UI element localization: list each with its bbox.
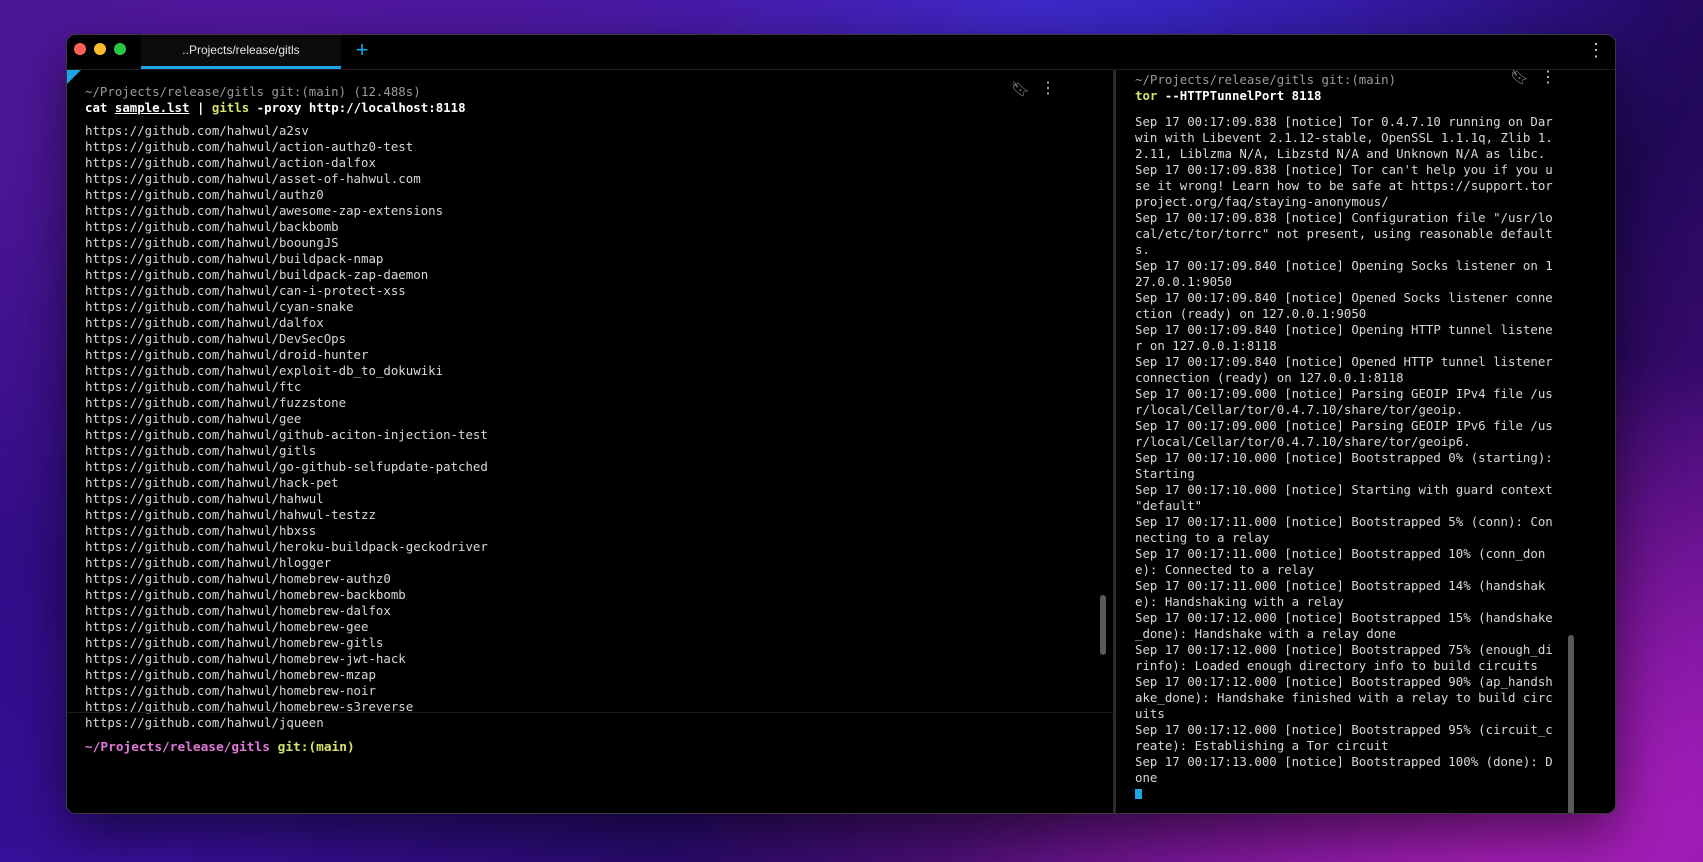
zoom-window-button[interactable]	[114, 43, 126, 55]
command-executable: gitls	[211, 100, 250, 115]
title-bar: ..Projects/release/gitls + ⋮	[67, 35, 1615, 70]
output-line: https://github.com/hahwul/asset-of-hahwu…	[85, 171, 421, 186]
log-line: Sep 17 00:17:10.000 [notice] Starting wi…	[1135, 482, 1561, 513]
output-line: https://github.com/hahwul/go-github-self…	[85, 459, 488, 474]
output-line: https://github.com/hahwul/hack-pet	[85, 475, 339, 490]
output-line: https://github.com/hahwul/heroku-buildpa…	[85, 539, 488, 554]
output-line: https://github.com/hahwul/gee	[85, 411, 302, 426]
left-scrollbar[interactable]	[1100, 595, 1106, 655]
bookmark-icon[interactable]: 🔖︎	[1011, 80, 1030, 98]
output-line: https://github.com/hahwul/homebrew-backb…	[85, 587, 406, 602]
output-line: https://github.com/hahwul/awesome-zap-ex…	[85, 203, 444, 218]
log-line: Sep 17 00:17:09.840 [notice] Opening HTT…	[1135, 322, 1553, 353]
log-line: Sep 17 00:17:11.000 [notice] Bootstrappe…	[1135, 514, 1553, 545]
command-args: --HTTPTunnelPort 8118	[1164, 88, 1322, 103]
output-line: https://github.com/hahwul/exploit-db_to_…	[85, 363, 444, 378]
log-line: Sep 17 00:17:11.000 [notice] Bootstrappe…	[1135, 546, 1546, 577]
block-menu-icon[interactable]: ⋮	[1040, 78, 1056, 97]
log-line: Sep 17 00:17:10.000 [notice] Bootstrappe…	[1135, 450, 1561, 481]
output-line: https://github.com/hahwul/hlogger	[85, 555, 332, 570]
command-line: cat sample.lst | gitls -proxy http://loc…	[85, 100, 466, 116]
output-line: https://github.com/hahwul/homebrew-dalfo…	[85, 603, 391, 618]
log-line: Sep 17 00:17:09.838 [notice] Configurati…	[1135, 210, 1553, 257]
output-line: https://github.com/hahwul/cyan-snake	[85, 299, 354, 314]
log-line: Sep 17 00:17:12.000 [notice] Bootstrappe…	[1135, 610, 1553, 641]
output-line: https://github.com/hahwul/fuzzstone	[85, 395, 347, 410]
active-pane-indicator	[67, 70, 81, 84]
output-line: https://github.com/hahwul/jqueen	[85, 715, 324, 730]
output-line: https://github.com/hahwul/booungJS	[85, 235, 339, 250]
bookmark-icon[interactable]: 🔖︎	[1510, 70, 1529, 86]
log-line: Sep 17 00:17:09.840 [notice] Opening Soc…	[1135, 258, 1553, 289]
log-line: Sep 17 00:17:12.000 [notice] Bootstrappe…	[1135, 674, 1553, 721]
log-line: Sep 17 00:17:09.000 [notice] Parsing GEO…	[1135, 418, 1553, 449]
output-line: https://github.com/hahwul/homebrew-authz…	[85, 571, 391, 586]
log-line: Sep 17 00:17:09.840 [notice] Opened HTTP…	[1135, 354, 1561, 385]
log-line: Sep 17 00:17:09.000 [notice] Parsing GEO…	[1135, 386, 1553, 417]
output-line: https://github.com/hahwul/a2sv	[85, 123, 309, 138]
command-file-link[interactable]: sample.lst	[115, 100, 190, 115]
output-line: https://github.com/hahwul/hahwul-testzz	[85, 507, 376, 522]
log-line: Sep 17 00:17:12.000 [notice] Bootstrappe…	[1135, 722, 1553, 753]
output-line: https://github.com/hahwul/droid-hunter	[85, 347, 369, 362]
output-line: https://github.com/hahwul/homebrew-noir	[85, 683, 376, 698]
tab-title: ..Projects/release/gitls	[182, 43, 300, 57]
output-line: https://github.com/hahwul/authz0	[85, 187, 324, 202]
tab-gitls[interactable]: ..Projects/release/gitls	[141, 35, 341, 69]
log-line: Sep 17 00:17:09.838 [notice] Tor can't h…	[1135, 162, 1553, 209]
output-line: https://github.com/hahwul/github-aciton-…	[85, 427, 488, 442]
terminal-cursor	[1135, 789, 1142, 799]
command-pipe: |	[196, 100, 205, 115]
output-line: https://github.com/hahwul/action-authz0-…	[85, 139, 414, 154]
output-line: https://github.com/hahwul/DevSecOps	[85, 331, 347, 346]
right-scrollbar[interactable]	[1568, 635, 1574, 813]
log-line: Sep 17 00:17:12.000 [notice] Bootstrappe…	[1135, 642, 1553, 673]
command-output: https://github.com/hahwul/a2sv https://gi…	[85, 123, 488, 731]
prompt-git-branch: git:(main)	[277, 740, 355, 755]
output-line: https://github.com/hahwul/homebrew-gee	[85, 619, 369, 634]
output-line: https://github.com/hahwul/dalfox	[85, 315, 324, 330]
command-cat: cat	[85, 100, 108, 115]
command-output: Sep 17 00:17:09.838 [notice] Tor 0.4.7.1…	[1135, 114, 1555, 802]
prompt-path: ~/Projects/release/gitls	[85, 740, 270, 755]
block-header: ~/Projects/release/gitls git:(main)	[1135, 72, 1397, 87]
output-line: https://github.com/hahwul/ftc	[85, 379, 302, 394]
right-pane[interactable]: ~/Projects/release/gitls git:(main) tor …	[1116, 70, 1615, 813]
log-line: Sep 17 00:17:09.838 [notice] Tor 0.4.7.1…	[1135, 114, 1553, 161]
output-line: https://github.com/hahwul/homebrew-mzap	[85, 667, 376, 682]
window-menu-icon[interactable]: ⋮	[1587, 39, 1605, 63]
new-tab-button[interactable]: +	[350, 37, 374, 65]
log-line: Sep 17 00:17:09.840 [notice] Opened Sock…	[1135, 290, 1553, 321]
input-prompt[interactable]: ~/Projects/release/gitls git:(main)	[85, 740, 355, 755]
block-menu-icon[interactable]: ⋮	[1540, 70, 1556, 86]
output-line: https://github.com/hahwul/homebrew-jwt-h…	[85, 651, 406, 666]
output-line: https://github.com/hahwul/hbxss	[85, 523, 317, 538]
command-args: -proxy http://localhost:8118	[256, 100, 466, 115]
output-line: https://github.com/hahwul/gitls	[85, 443, 317, 458]
minimize-window-button[interactable]	[94, 43, 106, 55]
block-header: ~/Projects/release/gitls git:(main) (12.…	[85, 84, 421, 99]
output-line: https://github.com/hahwul/buildpack-zap-…	[85, 267, 429, 282]
log-line: Sep 17 00:17:11.000 [notice] Bootstrappe…	[1135, 578, 1546, 609]
terminal-window: ..Projects/release/gitls + ⋮ ~/Projects/…	[66, 34, 1616, 814]
output-line: https://github.com/hahwul/can-i-protect-…	[85, 283, 406, 298]
command-line: tor --HTTPTunnelPort 8118	[1135, 88, 1322, 104]
output-line: https://github.com/hahwul/homebrew-gitls	[85, 635, 384, 650]
output-line: https://github.com/hahwul/action-dalfox	[85, 155, 376, 170]
output-line: https://github.com/hahwul/hahwul	[85, 491, 324, 506]
output-line: https://github.com/hahwul/buildpack-nmap	[85, 251, 384, 266]
log-line: Sep 17 00:17:13.000 [notice] Bootstrappe…	[1135, 754, 1553, 785]
output-line: https://github.com/hahwul/backbomb	[85, 219, 339, 234]
block-separator	[67, 712, 1113, 713]
left-pane[interactable]: ~/Projects/release/gitls git:(main) (12.…	[67, 70, 1113, 813]
active-tab-indicator	[141, 66, 341, 69]
close-window-button[interactable]	[74, 43, 86, 55]
command-executable: tor	[1135, 88, 1158, 103]
